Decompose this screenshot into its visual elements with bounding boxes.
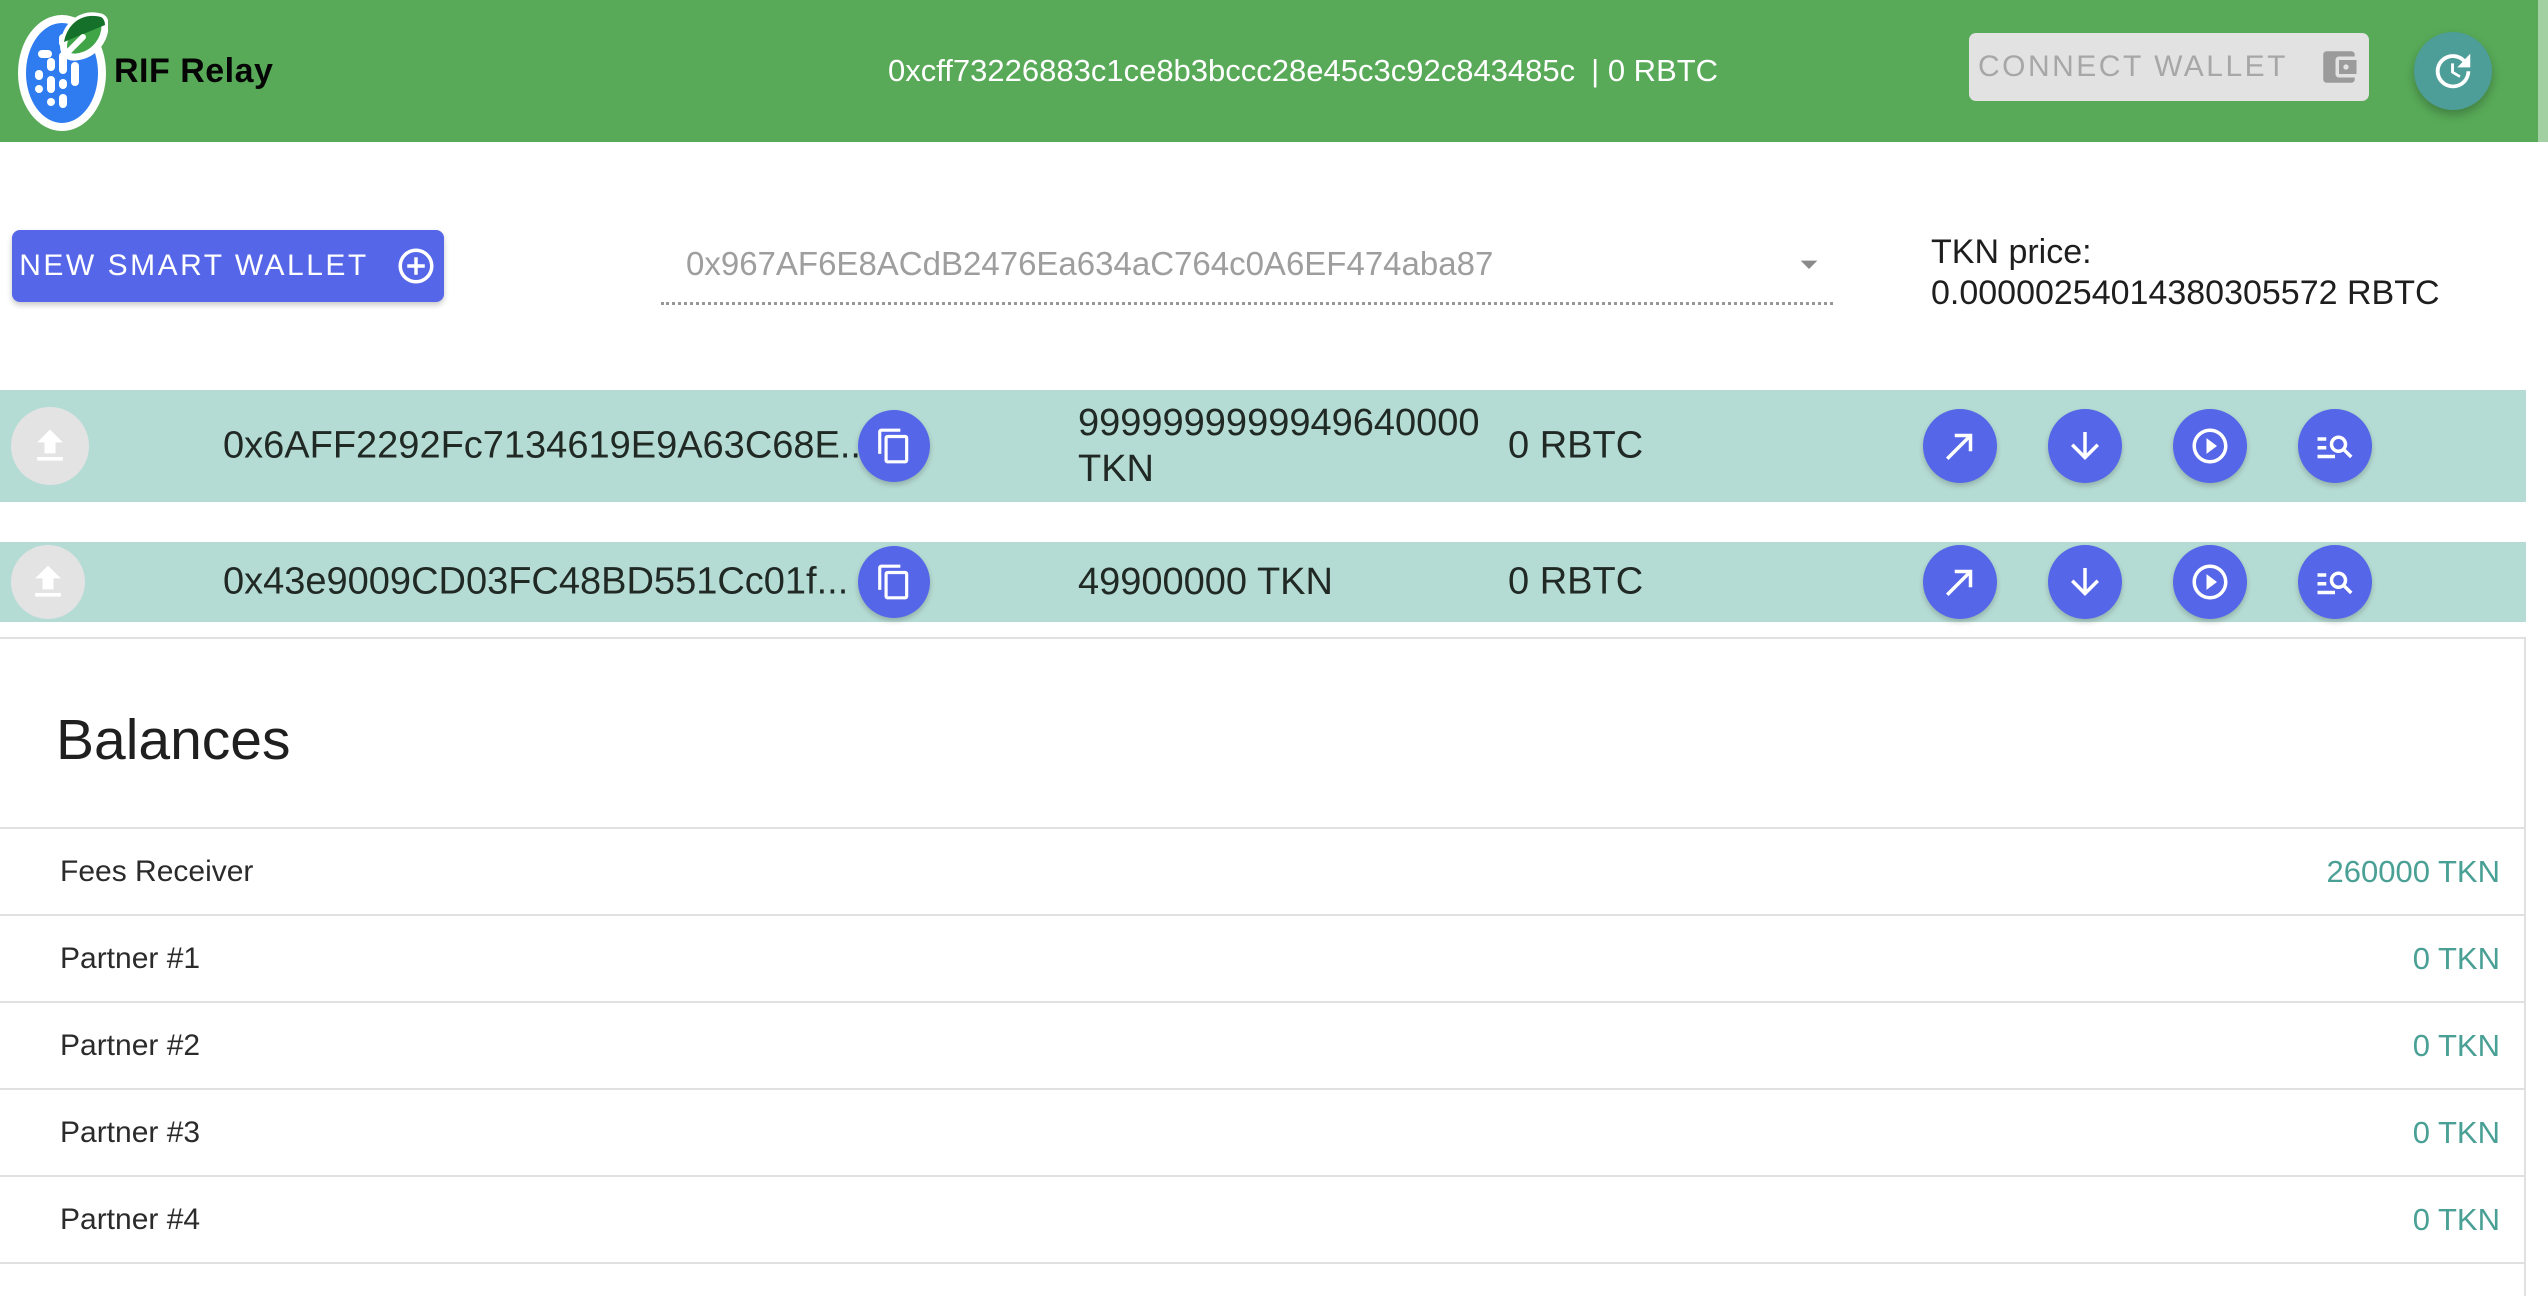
new-smart-wallet-button[interactable]: NEW SMART WALLET <box>12 230 444 302</box>
execute-button[interactable] <box>2173 545 2247 619</box>
table-row: Fees Receiver 260000 TKN <box>0 829 2524 916</box>
transfer-button[interactable] <box>1923 409 1997 483</box>
balance-value: 0 TKN <box>2413 1202 2500 1238</box>
balance-label: Partner #3 <box>60 1116 200 1150</box>
play-circle-icon <box>2189 425 2231 467</box>
balances-title: Balances <box>56 705 291 775</box>
wallet-token-balance: 9999999999949640000 TKN <box>1078 400 1518 492</box>
relay-hub-balance: | 0 RBTC <box>1591 53 1718 89</box>
relay-hub-address: 0xcff73226883c1ce8b3bccc28e45c3c92c84348… <box>888 53 1575 89</box>
new-smart-wallet-label: NEW SMART WALLET <box>19 249 369 283</box>
wallet-rbtc-balance: 0 RBTC <box>1508 425 1643 468</box>
manage-search-icon <box>2314 425 2356 467</box>
balance-label: Partner #1 <box>60 942 200 976</box>
smart-wallet-address: 0x43e9009CD03FC48BD551Cc01f... <box>223 561 848 604</box>
smart-wallet-row: 0x6AFF2292Fc7134619E9A63C68E... 99999999… <box>0 390 2526 502</box>
transfer-button[interactable] <box>1923 545 1997 619</box>
manage-search-icon <box>2314 561 2356 603</box>
copy-address-button[interactable] <box>858 546 930 618</box>
table-row: Partner #3 0 TKN <box>0 1090 2524 1177</box>
connect-wallet-button[interactable]: CONNECT WALLET <box>1969 33 2369 101</box>
arrow-up-right-icon <box>1939 561 1981 603</box>
balance-value: 0 TKN <box>2413 1028 2500 1064</box>
copy-icon <box>875 563 913 601</box>
page-title: RIF Relay <box>114 0 273 142</box>
deposit-button[interactable] <box>2048 409 2122 483</box>
smart-wallet-select[interactable]: 0x967AF6E8ACdB2476Ea634aC764c0A6EF474aba… <box>661 226 1833 305</box>
smart-wallet-select-value: 0x967AF6E8ACdB2476Ea634aC764c0A6EF474aba… <box>661 245 1493 283</box>
balance-label: Partner #4 <box>60 1203 200 1237</box>
rif-logo <box>18 10 108 132</box>
deploy-wallet-button[interactable] <box>11 545 85 619</box>
wallet-rbtc-balance: 0 RBTC <box>1508 561 1643 604</box>
wallet-token-balance: 49900000 TKN <box>1078 559 1518 605</box>
balance-value: 0 TKN <box>2413 1115 2500 1151</box>
deploy-wallet-button[interactable] <box>11 407 89 485</box>
balance-value: 0 TKN <box>2413 941 2500 977</box>
token-price-value: 0.00000254014380305572 RBTC <box>1931 273 2531 314</box>
balance-label: Fees Receiver <box>60 855 253 889</box>
smart-wallet-row: 0x43e9009CD03FC48BD551Cc01f... 49900000 … <box>0 542 2526 622</box>
upload-icon <box>26 560 70 604</box>
smart-wallet-address: 0x6AFF2292Fc7134619E9A63C68E... <box>223 425 872 468</box>
balances-section: Balances Fees Receiver 260000 TKN Partne… <box>0 637 2526 1296</box>
token-price-label: TKN price: <box>1931 232 2531 273</box>
table-row: Partner #2 0 TKN <box>0 1003 2524 1090</box>
relay-hub-account: 0xcff73226883c1ce8b3bccc28e45c3c92c84348… <box>888 0 1718 142</box>
table-row: Partner #1 0 TKN <box>0 916 2524 1003</box>
copy-icon <box>875 427 913 465</box>
dropdown-caret-icon <box>1789 244 1829 284</box>
refresh-button[interactable] <box>2414 32 2492 110</box>
inspect-button[interactable] <box>2298 409 2372 483</box>
balance-label: Partner #2 <box>60 1029 200 1063</box>
arrow-up-right-icon <box>1939 425 1981 467</box>
wallet-icon <box>2318 46 2360 88</box>
balance-value: 260000 TKN <box>2327 854 2501 890</box>
arrow-down-icon <box>2064 425 2106 467</box>
upload-icon <box>28 424 72 468</box>
scrollbar-track[interactable] <box>2538 0 2548 142</box>
connect-wallet-label: CONNECT WALLET <box>1978 50 2288 84</box>
refresh-clock-icon <box>2430 48 2476 94</box>
play-circle-icon <box>2189 561 2231 603</box>
app-header: RIF Relay 0xcff73226883c1ce8b3bccc28e45c… <box>0 0 2548 142</box>
balances-table: Fees Receiver 260000 TKN Partner #1 0 TK… <box>0 827 2524 1264</box>
table-row: Partner #4 0 TKN <box>0 1177 2524 1264</box>
deposit-button[interactable] <box>2048 545 2122 619</box>
arrow-down-icon <box>2064 561 2106 603</box>
plus-circle-icon <box>395 245 437 287</box>
token-price: TKN price: 0.00000254014380305572 RBTC <box>1931 232 2531 314</box>
execute-button[interactable] <box>2173 409 2247 483</box>
inspect-button[interactable] <box>2298 545 2372 619</box>
copy-address-button[interactable] <box>858 410 930 482</box>
